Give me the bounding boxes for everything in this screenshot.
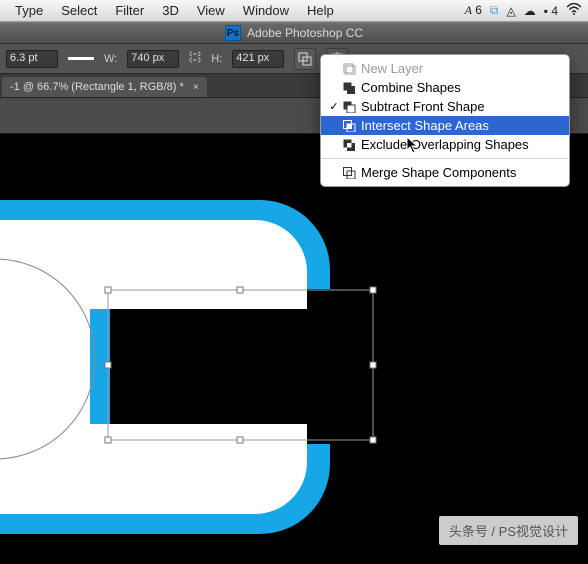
stroke-style-swatch[interactable]	[68, 57, 94, 60]
width-label: W:	[104, 53, 117, 65]
menu-3d[interactable]: 3D	[153, 3, 188, 18]
menu-filter[interactable]: Filter	[106, 3, 153, 18]
google-drive-icon[interactable]: ◬	[507, 4, 516, 18]
menu-item-label: Merge Shape Components	[361, 165, 516, 180]
menu-item-label: Combine Shapes	[361, 80, 461, 95]
menubar-status-area: A 6 ⧉ ◬ ☁ ▪ 4	[465, 3, 582, 18]
document-tab-title: -1 @ 66.7% (Rectangle 1, RGB/8) *	[10, 81, 184, 93]
app-title: Adobe Photoshop CC	[247, 26, 363, 40]
menu-item-intersect-shape-areas[interactable]: Intersect Shape Areas	[321, 116, 569, 135]
menu-item-label: Exclude Overlapping Shapes	[361, 137, 529, 152]
battery-4-icon[interactable]: ▪ 4	[544, 4, 558, 18]
mac-menubar: Type Select Filter 3D View Window Help A…	[0, 0, 588, 22]
menu-window[interactable]: Window	[234, 3, 298, 18]
merge-shape-icon	[341, 166, 357, 180]
menu-item-combine-shapes[interactable]: Combine Shapes	[321, 78, 569, 97]
menu-type[interactable]: Type	[6, 3, 52, 18]
document-tab[interactable]: -1 @ 66.7% (Rectangle 1, RGB/8) * ×	[2, 77, 207, 97]
exclude-shape-icon	[341, 138, 357, 152]
notification-a6-icon[interactable]: A 6	[465, 3, 482, 18]
height-field[interactable]: 421 px	[232, 50, 284, 68]
path-operations-menu: New Layer Combine Shapes ✓ Subtract Fron…	[320, 54, 570, 187]
menu-item-label: New Layer	[361, 61, 423, 76]
menu-item-label: Intersect Shape Areas	[361, 118, 489, 133]
menu-separator	[322, 158, 568, 159]
menu-item-exclude-overlapping-shapes[interactable]: Exclude Overlapping Shapes	[321, 135, 569, 154]
watermark-label: 头条号 / PS视觉设计	[439, 516, 578, 545]
dropbox-icon[interactable]: ⧉	[490, 3, 499, 18]
checkmark-icon: ✓	[327, 100, 341, 113]
width-field[interactable]: 740 px	[127, 50, 179, 68]
menu-help[interactable]: Help	[298, 3, 343, 18]
menu-select[interactable]: Select	[52, 3, 106, 18]
link-wh-icon[interactable]	[189, 50, 201, 67]
photoshop-app-icon: Ps	[225, 25, 241, 41]
stroke-width-field[interactable]: 6.3 pt	[6, 50, 58, 68]
height-label: H:	[211, 53, 222, 65]
combine-shapes-icon	[341, 81, 357, 95]
canvas-area[interactable]	[0, 134, 588, 563]
path-operations-button[interactable]	[294, 48, 316, 70]
menu-item-new-layer: New Layer	[321, 59, 569, 78]
subtract-shape-icon	[341, 100, 357, 114]
intersect-shape-icon	[341, 119, 357, 133]
new-layer-icon	[341, 62, 357, 76]
shape-artwork	[0, 134, 588, 564]
menu-item-subtract-front-shape[interactable]: ✓ Subtract Front Shape	[321, 97, 569, 116]
creative-cloud-icon[interactable]: ☁	[524, 4, 536, 18]
menu-item-label: Subtract Front Shape	[361, 99, 485, 114]
menu-view[interactable]: View	[188, 3, 234, 18]
close-tab-icon[interactable]: ×	[193, 82, 199, 93]
wifi-icon[interactable]	[566, 3, 582, 18]
menu-item-merge-shape-components[interactable]: Merge Shape Components	[321, 163, 569, 182]
app-titlebar: Ps Adobe Photoshop CC	[0, 22, 588, 44]
